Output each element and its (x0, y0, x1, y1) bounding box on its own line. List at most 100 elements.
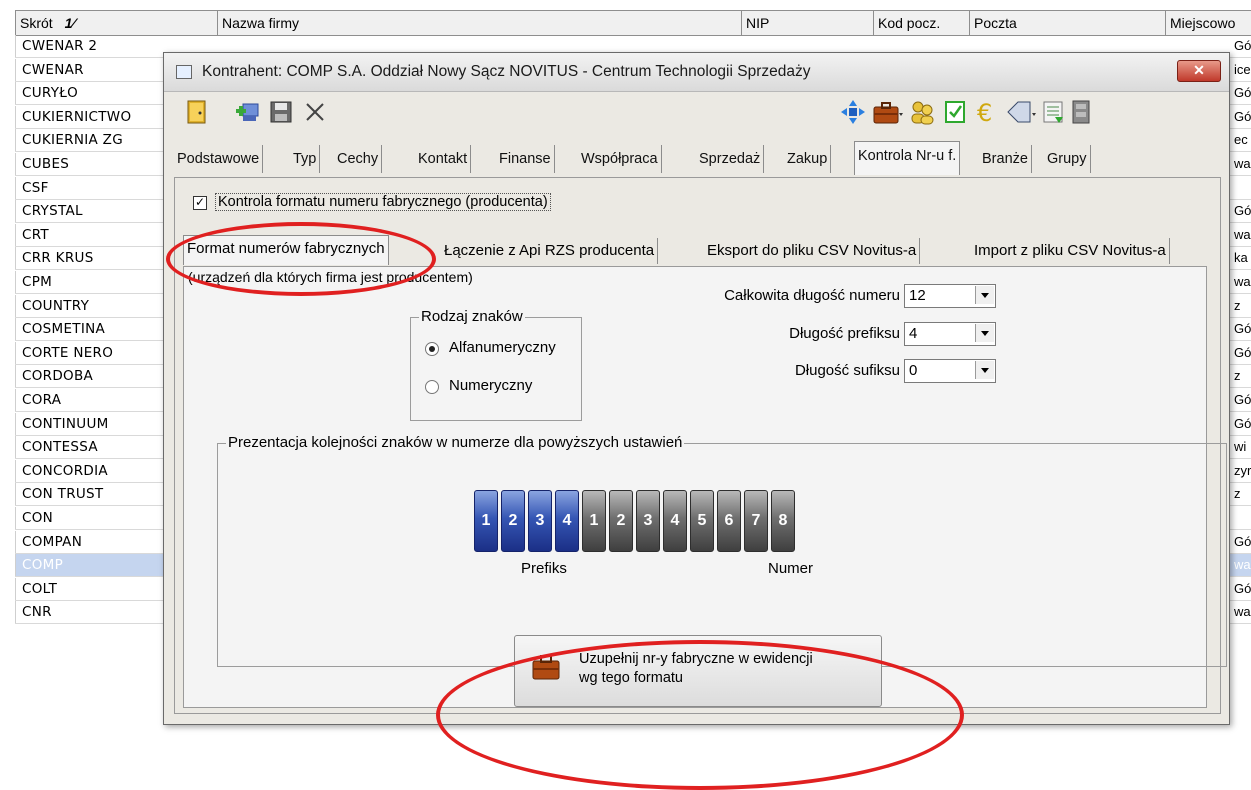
cell-city: Gó (1234, 580, 1251, 596)
dialog-titlebar[interactable]: Kontrahent: COMP S.A. Oddział Nowy Sącz … (164, 53, 1229, 92)
cell-city: wa (1234, 557, 1251, 573)
tab-10[interactable]: Grupy (1044, 145, 1091, 173)
cell-city: Gó (1234, 85, 1251, 101)
suffix-length-label: Długość sufiksu (794, 362, 900, 379)
chevron-down-icon[interactable] (975, 286, 994, 304)
cell-city: Gó (1234, 344, 1251, 360)
document-list-icon[interactable] (1040, 99, 1066, 125)
column-header-post[interactable]: Poczta (969, 11, 1166, 35)
suffix-length-value: 0 (909, 362, 918, 379)
cell-city: ec (1234, 132, 1248, 148)
chevron-down-icon[interactable] (975, 324, 994, 342)
column-header-name[interactable]: Nazwa firmy (217, 11, 742, 35)
prefix-length-select[interactable]: 4 (904, 322, 996, 346)
users-icon[interactable] (908, 99, 940, 125)
cell-city: z (1234, 297, 1241, 313)
presentation-title: Prezentacja kolejności znaków w numerze … (226, 434, 685, 451)
number-char-box: 8 (771, 490, 795, 552)
cell-city: ka (1234, 250, 1248, 266)
total-length-value: 12 (909, 287, 926, 304)
tab-6[interactable]: Sprzedaż (696, 145, 765, 173)
column-header-label: Skrót (20, 15, 53, 31)
fill-serials-button-label: Uzupełnij nr-y fabryczne w ewidencji wg … (579, 650, 813, 688)
column-header-postcode[interactable]: Kod pocz. (873, 11, 970, 35)
number-char-box: 7 (744, 490, 768, 552)
column-header-nip[interactable]: NIP (741, 11, 874, 35)
navigate-arrows-icon[interactable] (840, 99, 866, 125)
presentation-group: Prezentacja kolejności znaków w numerze … (217, 434, 1227, 667)
cell-city: z (1234, 368, 1241, 384)
cancel-x-icon[interactable] (302, 99, 328, 125)
tab-5[interactable]: Współpraca (578, 145, 662, 173)
prefix-length-label: Długość prefiksu (789, 325, 900, 342)
cell-city: Gó (1234, 533, 1251, 549)
number-char-box: 2 (609, 490, 633, 552)
tab-8[interactable]: Kontrola Nr-u f. (854, 141, 961, 175)
serial-control-checkbox[interactable]: ✓ (193, 196, 207, 210)
total-length-select[interactable]: 12 (904, 284, 996, 308)
tab-0[interactable]: Podstawowe (174, 145, 264, 173)
prefix-char-box: 3 (528, 490, 552, 552)
subtab-2[interactable]: Eksport do pliku CSV Novitus-a (704, 238, 921, 264)
briefcase-menu-icon[interactable] (872, 99, 904, 125)
tab-2[interactable]: Cechy (334, 145, 383, 173)
subtab-0[interactable]: Format numerów fabrycznych (183, 235, 389, 265)
window-icon (176, 65, 192, 79)
prefix-caption: Prefiks (521, 560, 567, 577)
prefix-char-box: 2 (501, 490, 525, 552)
cell-city: wa (1234, 274, 1251, 289)
cell-city: wa (1234, 226, 1251, 242)
cell-city: wa (1234, 604, 1251, 620)
tab-1[interactable]: Typ (290, 145, 321, 173)
fill-serials-button[interactable]: Uzupełnij nr-y fabryczne w ewidencji wg … (514, 635, 882, 707)
cell-city: z (1234, 486, 1241, 502)
tab-9[interactable]: Branże (979, 145, 1032, 173)
cell-city: ice (1234, 61, 1251, 77)
tab-panel-serial-control: ✓ Kontrola formatu numeru fabrycznego (p… (174, 177, 1227, 714)
radio-alphanumeric-label[interactable]: Alfanumeryczny (449, 339, 556, 356)
dialog-toolbar: € (164, 91, 1229, 133)
column-header-city[interactable]: Miejscowo (1165, 11, 1250, 35)
cell-city (1234, 177, 1251, 199)
radio-alphanumeric[interactable] (425, 342, 439, 356)
radio-numeric-label[interactable]: Numeryczny (449, 377, 532, 394)
cell-city: Gó (1234, 392, 1251, 407)
radio-numeric[interactable] (425, 380, 439, 394)
tag-menu-icon[interactable] (1004, 99, 1038, 125)
prefix-char-box: 4 (555, 490, 579, 552)
number-char-box: 6 (717, 490, 741, 552)
cell-city: Gó (1234, 108, 1251, 124)
checklist-icon[interactable] (942, 99, 968, 125)
dialog-title: Kontrahent: COMP S.A. Oddział Nowy Sącz … (202, 63, 811, 80)
contractor-dialog: Kontrahent: COMP S.A. Oddział Nowy Sącz … (163, 52, 1230, 725)
subtab-3[interactable]: Import z pliku CSV Novitus-a (971, 238, 1170, 264)
cell-city (1234, 507, 1251, 529)
archive-icon[interactable] (1068, 99, 1094, 125)
suffix-length-select[interactable]: 0 (904, 359, 996, 383)
subtab-1[interactable]: Łączenie z Api RZS producenta (441, 238, 659, 264)
number-char-box: 5 (690, 490, 714, 552)
number-char-box: 3 (636, 490, 660, 552)
cell-city: wi (1234, 439, 1247, 455)
cell-city: wa (1234, 156, 1251, 171)
cell-city: Gó (1234, 321, 1251, 337)
char-type-group: Rodzaj znaków Alfanumeryczny Numeryczny (410, 308, 582, 421)
save-icon[interactable] (268, 99, 294, 125)
serial-format-panel: (urządzeń dla których firma jest produce… (183, 266, 1227, 708)
add-record-icon[interactable] (234, 99, 260, 125)
char-type-title: Rodzaj znaków (419, 308, 525, 325)
chevron-down-icon[interactable] (975, 361, 994, 379)
euro-icon[interactable]: € (974, 99, 1000, 125)
button-label-line1: Uzupełnij nr-y fabryczne w ewidencji (579, 651, 813, 667)
close-button[interactable]: ✕ (1177, 60, 1221, 82)
exit-door-icon[interactable] (184, 99, 210, 125)
tab-7[interactable]: Zakup (784, 145, 832, 173)
tab-3[interactable]: Kontakt (415, 145, 472, 173)
sort-indicator-icon: 1⁄ (64, 15, 75, 31)
prefix-char-box: 1 (474, 490, 498, 552)
column-header-short[interactable]: Skrót 1⁄ (15, 11, 216, 35)
total-length-label: Całkowita długość numeru (724, 287, 900, 304)
button-label-line2: wg tego formatu (579, 670, 683, 686)
serial-control-checkbox-label[interactable]: Kontrola formatu numeru fabrycznego (pro… (215, 193, 551, 211)
tab-4[interactable]: Finanse (496, 145, 555, 173)
